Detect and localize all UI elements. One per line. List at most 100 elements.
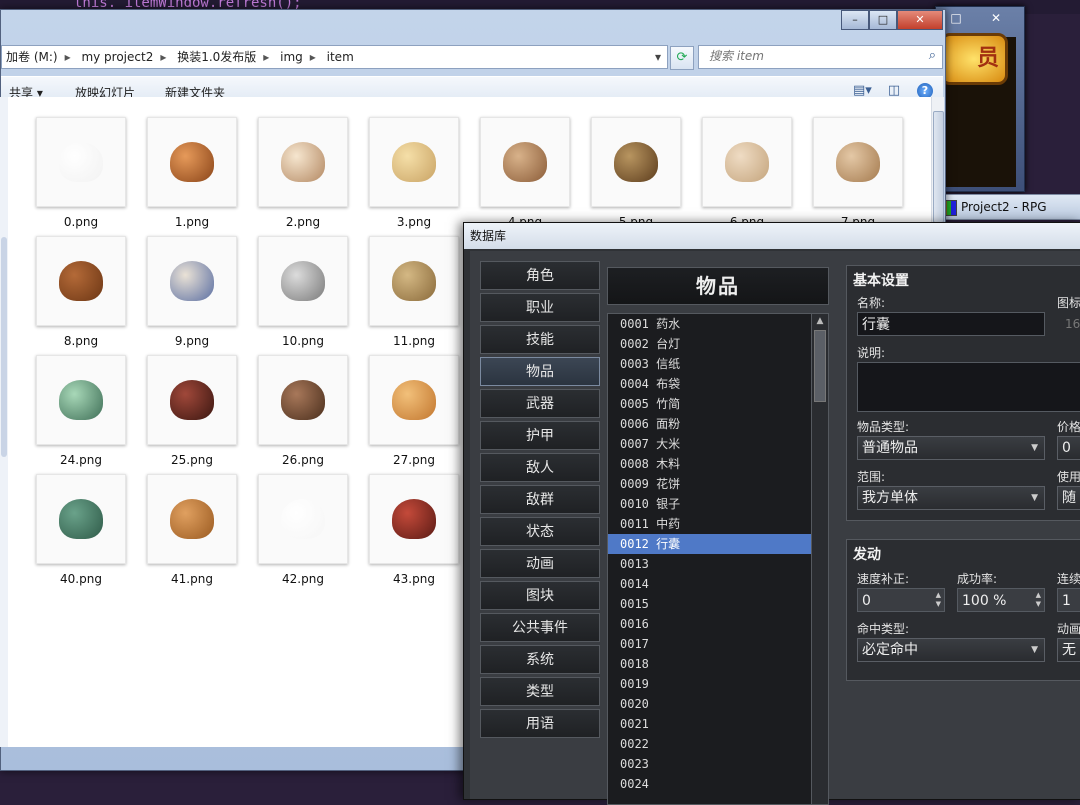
- file-item[interactable]: 0.png: [26, 117, 136, 235]
- maximize-button[interactable]: □: [869, 10, 897, 30]
- file-thumbnail[interactable]: [147, 117, 237, 207]
- chevron-down-icon[interactable]: ▼: [1031, 487, 1038, 509]
- file-item[interactable]: 26.png: [248, 355, 358, 473]
- item-row[interactable]: 0022: [608, 734, 812, 754]
- file-item[interactable]: 9.png: [137, 236, 247, 354]
- item-row[interactable]: 0004 布袋: [608, 374, 812, 394]
- hit-type-select[interactable]: 必定命中 ▼: [857, 638, 1045, 662]
- file-item[interactable]: 27.png: [359, 355, 469, 473]
- file-item[interactable]: 24.png: [26, 355, 136, 473]
- file-thumbnail[interactable]: [147, 236, 237, 326]
- file-item[interactable]: 43.png: [359, 474, 469, 592]
- breadcrumb-release[interactable]: 换装1.0发布版: [173, 50, 260, 64]
- breadcrumb-drive[interactable]: 加卷 (M:): [2, 50, 62, 64]
- file-item[interactable]: 25.png: [137, 355, 247, 473]
- item-row[interactable]: 0010 银子: [608, 494, 812, 514]
- file-thumbnail[interactable]: [258, 236, 348, 326]
- item-row[interactable]: 0008 木料: [608, 454, 812, 474]
- file-thumbnail[interactable]: [369, 474, 459, 564]
- file-thumbnail[interactable]: [36, 474, 126, 564]
- item-row[interactable]: 0024: [608, 774, 812, 794]
- item-row[interactable]: 0011 中药: [608, 514, 812, 534]
- scroll-up-icon[interactable]: ▲: [812, 314, 828, 328]
- breadcrumb-img[interactable]: img: [276, 50, 307, 64]
- category-tab[interactable]: 职业: [480, 293, 600, 322]
- item-row[interactable]: 0019: [608, 674, 812, 694]
- item-type-select[interactable]: 普通物品 ▼: [857, 436, 1045, 460]
- icon-index[interactable]: 16: [1065, 317, 1080, 331]
- file-item[interactable]: 42.png: [248, 474, 358, 592]
- chevron-down-icon[interactable]: ▾: [649, 46, 667, 68]
- search-icon[interactable]: ⌕: [929, 48, 936, 63]
- scope-select[interactable]: 我方单体 ▼: [857, 486, 1045, 510]
- file-thumbnail[interactable]: [369, 355, 459, 445]
- file-item[interactable]: 5.png: [581, 117, 691, 235]
- file-thumbnail[interactable]: [147, 474, 237, 564]
- file-thumbnail[interactable]: [702, 117, 792, 207]
- category-tab[interactable]: 用语: [480, 709, 600, 738]
- file-scroll-thumb[interactable]: [933, 111, 944, 223]
- category-tab[interactable]: 敌群: [480, 485, 600, 514]
- stepper-icon[interactable]: ▲ ▼: [936, 591, 941, 609]
- file-item[interactable]: 40.png: [26, 474, 136, 592]
- stepper-icon[interactable]: ▲ ▼: [1036, 591, 1041, 609]
- search-box[interactable]: ⌕: [698, 45, 943, 69]
- file-thumbnail[interactable]: [36, 355, 126, 445]
- file-item[interactable]: 3.png: [359, 117, 469, 235]
- chevron-right-icon[interactable]: ▸: [307, 50, 319, 64]
- file-item[interactable]: 4.png: [470, 117, 580, 235]
- speed-stepper[interactable]: 0 ▲ ▼: [857, 588, 945, 612]
- file-thumbnail[interactable]: [369, 117, 459, 207]
- repeat-stepper[interactable]: 1: [1057, 588, 1080, 612]
- database-titlebar[interactable]: 数据库: [464, 223, 1080, 249]
- success-stepper[interactable]: 100 % ▲ ▼: [957, 588, 1045, 612]
- address-bar[interactable]: 加卷 (M:) ▸ my project2 ▸ 换装1.0发布版 ▸ img ▸ ite…: [1, 45, 668, 69]
- chevron-down-icon[interactable]: ▼: [1031, 437, 1038, 459]
- file-thumbnail[interactable]: [147, 355, 237, 445]
- file-item[interactable]: 1.png: [137, 117, 247, 235]
- category-tab[interactable]: 公共事件: [480, 613, 600, 642]
- file-item[interactable]: 2.png: [248, 117, 358, 235]
- chevron-right-icon[interactable]: ▸: [260, 50, 272, 64]
- maximize-icon[interactable]: □: [942, 9, 970, 27]
- item-list-scroll-thumb[interactable]: [814, 330, 826, 402]
- category-tab[interactable]: 敌人: [480, 453, 600, 482]
- file-item[interactable]: 6.png: [692, 117, 802, 235]
- chevron-right-icon[interactable]: ▸: [157, 50, 169, 64]
- file-thumbnail[interactable]: [591, 117, 681, 207]
- item-row[interactable]: 0021: [608, 714, 812, 734]
- name-field[interactable]: 行囊: [857, 312, 1045, 336]
- item-row[interactable]: 0016: [608, 614, 812, 634]
- item-row[interactable]: 0013: [608, 554, 812, 574]
- file-item[interactable]: 41.png: [137, 474, 247, 592]
- item-row[interactable]: 0020: [608, 694, 812, 714]
- category-tab[interactable]: 角色: [480, 261, 600, 290]
- item-row[interactable]: 0014: [608, 574, 812, 594]
- item-row[interactable]: 0001 药水: [608, 314, 812, 334]
- nav-pane-scroll[interactable]: [1, 237, 7, 457]
- category-tab[interactable]: 技能: [480, 325, 600, 354]
- occasion-select[interactable]: 随: [1057, 486, 1080, 510]
- category-tab[interactable]: 状态: [480, 517, 600, 546]
- close-icon[interactable]: ✕: [982, 9, 1010, 27]
- breadcrumb-item[interactable]: item: [323, 50, 358, 64]
- item-row[interactable]: 0006 面粉: [608, 414, 812, 434]
- search-input[interactable]: [699, 46, 909, 66]
- price-field[interactable]: 0: [1057, 436, 1080, 460]
- refresh-icon[interactable]: ⟳: [670, 46, 694, 70]
- item-row[interactable]: 0017: [608, 634, 812, 654]
- category-tab[interactable]: 动画: [480, 549, 600, 578]
- file-thumbnail[interactable]: [36, 236, 126, 326]
- background-game-window[interactable]: □ ✕ 员: [935, 6, 1025, 192]
- file-thumbnail[interactable]: [258, 117, 348, 207]
- file-thumbnail[interactable]: [258, 355, 348, 445]
- category-tab[interactable]: 物品: [480, 357, 600, 386]
- breadcrumb-project[interactable]: my project2: [77, 50, 157, 64]
- file-item[interactable]: 8.png: [26, 236, 136, 354]
- file-thumbnail[interactable]: [258, 474, 348, 564]
- file-item[interactable]: 7.png: [803, 117, 913, 235]
- rpg-maker-titlebar[interactable]: Project2 - RPG Make: [934, 194, 1080, 238]
- chevron-right-icon[interactable]: ▸: [62, 50, 74, 64]
- category-tab[interactable]: 系统: [480, 645, 600, 674]
- item-row[interactable]: 0003 信纸: [608, 354, 812, 374]
